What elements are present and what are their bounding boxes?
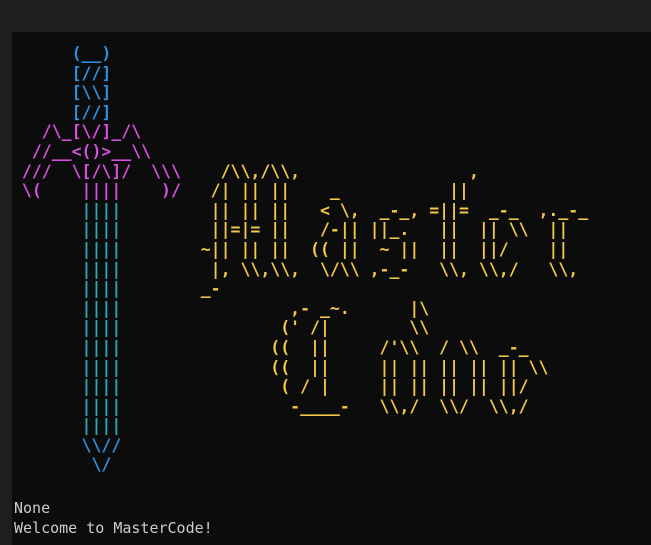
terminal-panel[interactable]: /\\,/\\, , /| || || _ || || || || < \, _… [12,32,651,545]
sword-line: |||| [12,259,122,279]
sword-line: |||| [12,200,122,220]
output-line-welcome: Welcome to MasterCode! [14,519,213,537]
sword-ascii-art: (__) [//] [\\] [//] /\_[\/]_/\ //__<()>_… [12,44,181,475]
sword-line: |||| [12,220,122,240]
sword-line: //__<()>__\\ [12,141,152,161]
sword-line: \/ [12,455,112,475]
sword-line: |||| [12,337,122,357]
sword-line: /\_[\/]_/\ [12,122,142,142]
sword-line: |||| [12,377,122,397]
sword-line: [\\] [12,83,112,103]
sword-line: \( |||| )/ [12,181,181,201]
sword-line: |||| [12,279,122,299]
window: /\\,/\\, , /| || || _ || || || || < \, _… [0,0,651,545]
sword-line: [//] [12,102,112,122]
sword-line: |||| [12,298,122,318]
sword-line: \\// [12,435,122,455]
sword-line: |||| [12,416,122,436]
sword-line: |||| [12,357,122,377]
sword-line: |||| [12,318,122,338]
sword-line: |||| [12,396,122,416]
sword-line: (__) [12,44,112,63]
sword-line: |||| [12,239,122,259]
sword-line: [//] [12,63,112,83]
sword-line: /// \[/\]/ \\\ [12,161,181,181]
output-line-none: None [14,499,51,517]
